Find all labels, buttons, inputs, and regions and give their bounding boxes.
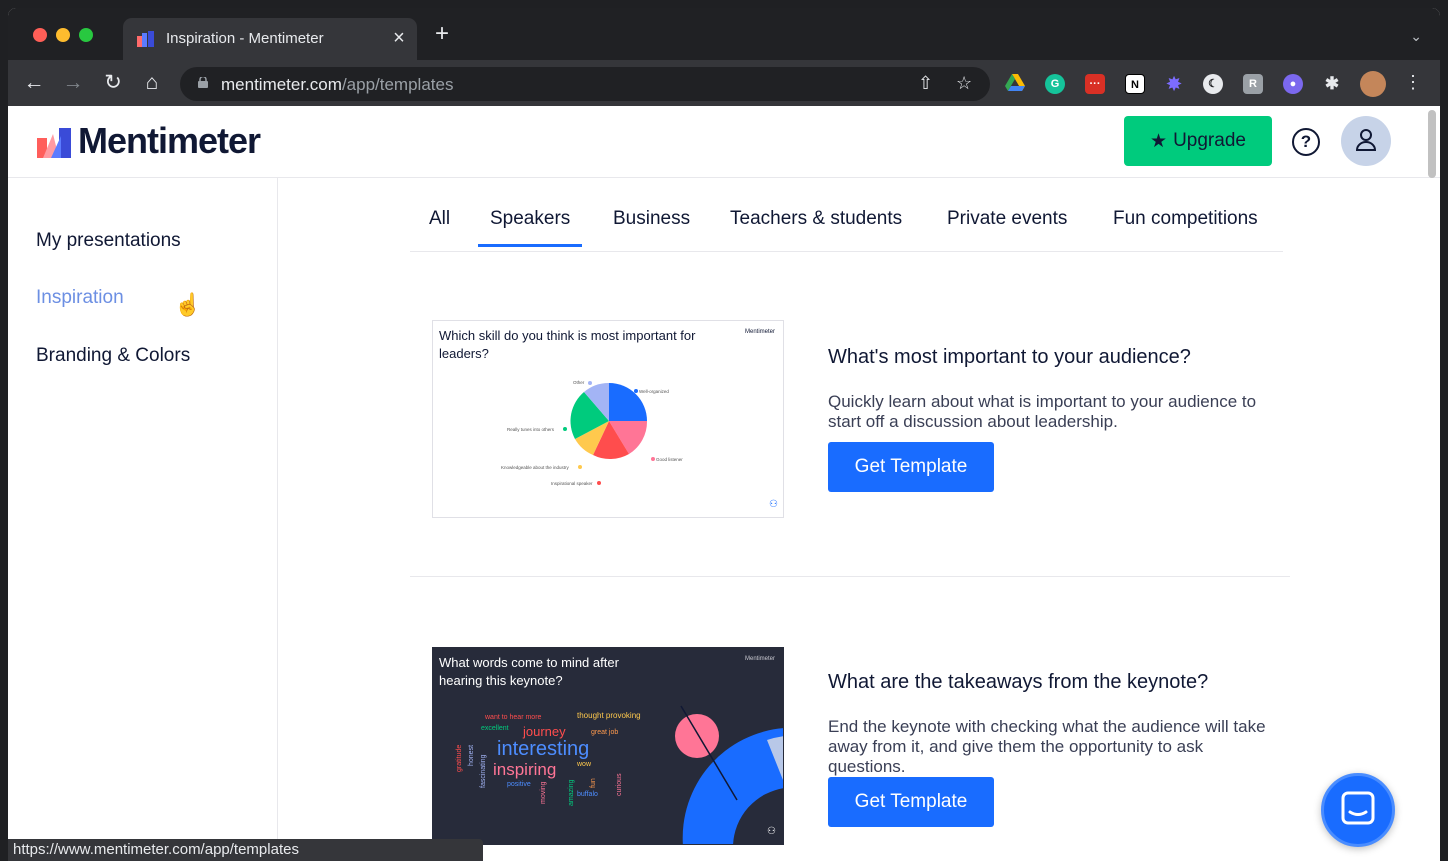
pie-chart: Other Well-organized Really tunes into o…: [501, 380, 778, 510]
word: want to hear more: [484, 714, 542, 721]
minimize-window-button[interactable]: [56, 28, 70, 42]
pie-label: Knowledgeable about the industry: [501, 465, 570, 470]
browser-menu-icon[interactable]: ⋮: [1404, 72, 1422, 93]
reload-icon[interactable]: ↻: [100, 70, 126, 96]
tab-strip: Inspiration - Mentimeter × + ⌄: [8, 8, 1440, 60]
card-divider: [410, 576, 1290, 577]
template-thumbnail[interactable]: What words come to mind after hearing th…: [432, 647, 784, 845]
mentimeter-app: Mentimeter ★ Upgrade ? My presentations …: [8, 106, 1440, 861]
share-icon[interactable]: ⇧: [918, 73, 933, 94]
close-window-button[interactable]: [33, 28, 47, 42]
word: wow: [576, 761, 592, 768]
link-status-bar: https://www.mentimeter.com/app/templates: [8, 839, 483, 861]
browser-toolbar: ← → ↻ ⌂ mentimeter.com/app/templates ⇧ ☆…: [8, 60, 1440, 106]
tab-teachers-students[interactable]: Teachers & students: [730, 208, 902, 244]
word: amazing: [568, 779, 575, 806]
sidebar-item-inspiration[interactable]: Inspiration: [36, 287, 124, 309]
tab-speakers[interactable]: Speakers: [478, 208, 583, 247]
pie-label: Really tunes into others: [507, 427, 555, 432]
tab-all[interactable]: All: [429, 208, 450, 244]
address-bar[interactable]: mentimeter.com/app/templates ⇧ ☆: [180, 67, 990, 101]
word: gratitude: [456, 745, 463, 772]
word: journey: [522, 724, 566, 739]
app-header: Mentimeter ★ Upgrade ?: [8, 106, 1440, 178]
tab-private-events[interactable]: Private events: [947, 208, 1067, 244]
chat-support-button[interactable]: [1321, 773, 1395, 847]
hand-cursor-icon: ☝: [174, 292, 202, 317]
word: fascinating: [480, 754, 487, 788]
home-icon[interactable]: ⌂: [139, 70, 165, 96]
moon-extension-icon[interactable]: ☾: [1203, 74, 1223, 94]
participants-icon: ⚇: [769, 499, 778, 510]
word-cloud-thumbnail: want to hear more thought provoking exce…: [456, 705, 783, 844]
user-avatar-button[interactable]: [1341, 116, 1391, 166]
tab-search-chevron-icon[interactable]: ⌄: [1410, 28, 1422, 45]
template-card: Which skill do you think is most importa…: [410, 312, 1290, 518]
pie-label: Well-organized: [639, 389, 669, 394]
word: honest: [468, 745, 475, 766]
extensions-puzzle-icon[interactable]: ✱: [1322, 74, 1342, 94]
browser-window: Inspiration - Mentimeter × + ⌄ ← → ↻ ⌂ m…: [8, 8, 1440, 861]
back-arrow-icon[interactable]: ←: [21, 70, 47, 96]
template-title: What's most important to your audience?: [828, 346, 1191, 368]
maximize-window-button[interactable]: [79, 28, 93, 42]
close-tab-icon[interactable]: ×: [389, 27, 409, 50]
window-controls: [33, 28, 93, 42]
chat-extension-icon[interactable]: ●: [1283, 74, 1303, 94]
tab-business[interactable]: Business: [613, 208, 690, 244]
mentimeter-favicon-icon: [137, 31, 154, 47]
word: great job: [591, 729, 618, 736]
word: moving: [540, 781, 547, 804]
page-scrollbar-thumb[interactable]: [1428, 110, 1436, 178]
word: thought provoking: [577, 711, 641, 720]
lastpass-extension-icon[interactable]: ···: [1085, 74, 1105, 94]
brand-name[interactable]: Mentimeter: [78, 120, 261, 162]
word: fun: [590, 778, 597, 788]
new-tab-button[interactable]: +: [435, 22, 449, 46]
star-icon: ★: [1150, 130, 1168, 152]
tab-fun-competitions[interactable]: Fun competitions: [1113, 208, 1258, 244]
tab-title: Inspiration - Mentimeter: [166, 30, 324, 47]
word: buffalo: [577, 791, 598, 798]
pie-label: Other: [573, 380, 585, 385]
pie-label: Good listener: [656, 457, 683, 462]
help-icon[interactable]: ?: [1292, 128, 1320, 156]
word: interesting: [497, 738, 589, 760]
get-template-button[interactable]: Get Template: [828, 777, 994, 827]
upgrade-label: Upgrade: [1173, 130, 1246, 151]
pie-label: Inspirational speaker: [551, 481, 593, 486]
r-extension-icon[interactable]: R: [1243, 74, 1263, 94]
sidebar: My presentations Inspiration Branding & …: [8, 178, 278, 861]
category-tabs: All Speakers Business Teachers & student…: [410, 178, 1283, 252]
upgrade-button[interactable]: ★ Upgrade: [1124, 116, 1272, 166]
url-text: mentimeter.com/app/templates: [221, 75, 454, 94]
template-description: Quickly learn about what is important to…: [828, 392, 1257, 431]
template-thumbnail[interactable]: Which skill do you think is most importa…: [432, 320, 784, 518]
chat-bubble-icon: [1341, 791, 1375, 825]
mentimeter-logo-icon[interactable]: [37, 128, 71, 158]
user-icon: [1355, 129, 1377, 151]
participants-icon: ⚇: [767, 826, 776, 837]
template-description: End the keynote with checking what the a…: [828, 717, 1266, 776]
sidebar-item-my-presentations[interactable]: My presentations: [36, 230, 181, 252]
template-title: What are the takeaways from the keynote?: [828, 671, 1209, 693]
get-template-button[interactable]: Get Template: [828, 442, 994, 492]
grammarly-extension-icon[interactable]: G: [1045, 74, 1065, 94]
lock-icon: [198, 77, 208, 88]
sidebar-item-branding-colors[interactable]: Branding & Colors: [36, 345, 190, 367]
word: curious: [616, 773, 623, 796]
notion-extension-icon[interactable]: N: [1125, 74, 1145, 94]
gear-extension-icon[interactable]: ✸: [1164, 74, 1184, 94]
profile-avatar-icon[interactable]: [1360, 71, 1386, 97]
word: inspiring: [493, 760, 556, 779]
browser-tab-active[interactable]: Inspiration - Mentimeter ×: [123, 18, 417, 60]
template-card: What words come to mind after hearing th…: [410, 641, 1290, 861]
google-drive-extension-icon[interactable]: [1005, 74, 1025, 94]
forward-arrow-icon[interactable]: →: [60, 70, 86, 96]
bookmark-star-icon[interactable]: ☆: [956, 73, 972, 94]
word: positive: [507, 781, 531, 788]
word: excellent: [481, 725, 509, 732]
